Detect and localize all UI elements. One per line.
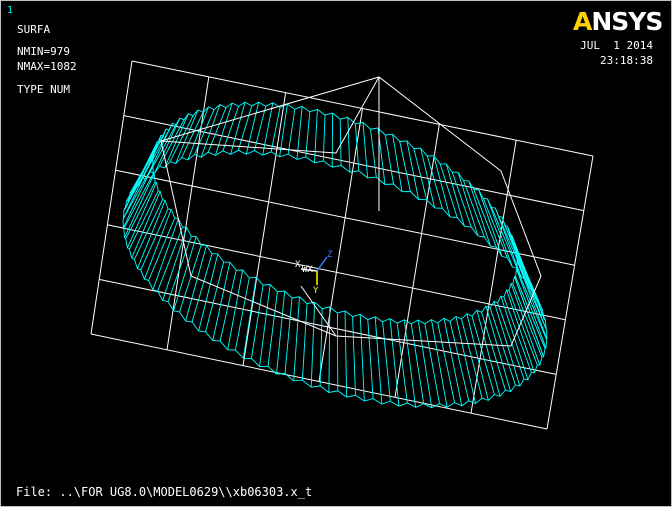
mesh-line — [424, 323, 440, 404]
mesh-line — [451, 171, 472, 228]
mesh-line — [267, 291, 278, 367]
mesh-line — [382, 321, 391, 402]
mesh-line — [406, 140, 420, 200]
logo-rest: NSYS — [591, 7, 663, 36]
triad-z-label: Z — [327, 250, 333, 260]
mesh-line — [392, 134, 403, 192]
triad-wx-label: WX — [302, 265, 313, 275]
mesh-line — [212, 262, 231, 341]
grid-line — [107, 224, 566, 321]
mesh-line — [222, 106, 240, 151]
mesh-line — [476, 310, 501, 397]
plot-entity-label: SURFA — [17, 23, 51, 36]
mesh-line — [293, 296, 300, 381]
mesh-line — [219, 270, 237, 342]
mesh-line — [270, 107, 281, 152]
mesh-line — [437, 322, 456, 403]
inner-wire-frame — [160, 76, 542, 347]
grid-line — [123, 115, 584, 212]
mesh-line — [362, 122, 369, 178]
nmax-label: NMAX=1082 — [17, 60, 77, 73]
mesh-line — [374, 316, 383, 405]
mesh-line — [276, 290, 286, 375]
mesh-line — [319, 308, 323, 386]
coordinate-triad: X WX Y Z — [295, 250, 333, 296]
grid-line — [242, 92, 287, 366]
mesh-line — [284, 297, 293, 374]
graphics-window[interactable]: X WX Y Z 1 SURFA NMIN=979 NMAX=1082 TYPE NU… — [0, 0, 672, 507]
plot-date: JUL 1 2014 — [580, 39, 653, 52]
mesh-line — [148, 217, 176, 281]
triad-y-label: Y — [313, 286, 319, 296]
mesh-line — [205, 261, 225, 332]
grid-line — [546, 155, 594, 430]
mesh-line — [339, 119, 342, 166]
mesh-edge — [152, 101, 518, 325]
inner-boundary — [160, 76, 542, 347]
mesh-line — [310, 302, 316, 388]
model-viewport[interactable]: X WX Y Z — [1, 1, 671, 506]
grid-line — [99, 278, 557, 375]
mesh-line — [144, 209, 172, 280]
grid-line — [90, 333, 548, 430]
mesh-line — [430, 319, 448, 408]
grid-line — [166, 76, 210, 350]
type-label: TYPE NUM — [17, 83, 70, 96]
nmin-label: NMIN=979 — [17, 45, 70, 58]
window-number: 1 — [7, 5, 14, 16]
mesh-line — [125, 181, 156, 239]
mesh-line — [417, 319, 433, 408]
mesh-line — [384, 134, 394, 185]
logo-a-letter: A — [573, 7, 592, 36]
mesh-line — [396, 323, 408, 403]
mesh-line — [370, 129, 377, 178]
working-plane-grid — [90, 60, 594, 430]
mesh-line — [322, 115, 326, 161]
mesh-line — [516, 268, 548, 340]
triad-x-label: X — [295, 260, 301, 270]
mesh-line — [157, 226, 183, 292]
file-path-label: File: ..\FOR UG8.0\MODEL0629\\xb06303.x_… — [16, 485, 313, 499]
mesh-line — [445, 163, 465, 227]
mesh-line — [389, 318, 400, 407]
mesh-line — [245, 101, 260, 155]
mesh-line — [305, 111, 311, 158]
mesh-line — [516, 260, 548, 340]
mesh-line — [145, 123, 173, 180]
mesh-line — [301, 303, 308, 381]
grid-line — [131, 60, 594, 157]
mesh-line — [344, 310, 348, 398]
mesh-line — [359, 314, 365, 402]
mesh-line — [347, 117, 351, 173]
mesh-line — [227, 269, 244, 350]
inner-edge — [160, 76, 380, 142]
mesh-line — [471, 315, 495, 395]
plot-time: 23:18:38 — [600, 54, 653, 67]
mesh-line — [242, 277, 257, 359]
mesh-line — [413, 148, 428, 200]
mesh-line — [481, 312, 506, 391]
ansys-logo: ANSYS — [573, 7, 663, 36]
mesh-line — [287, 109, 296, 155]
mesh-line — [237, 105, 253, 151]
mesh-line — [352, 316, 356, 396]
grid-line — [90, 60, 133, 335]
mesh-line — [367, 319, 374, 399]
mesh-line — [152, 218, 179, 290]
